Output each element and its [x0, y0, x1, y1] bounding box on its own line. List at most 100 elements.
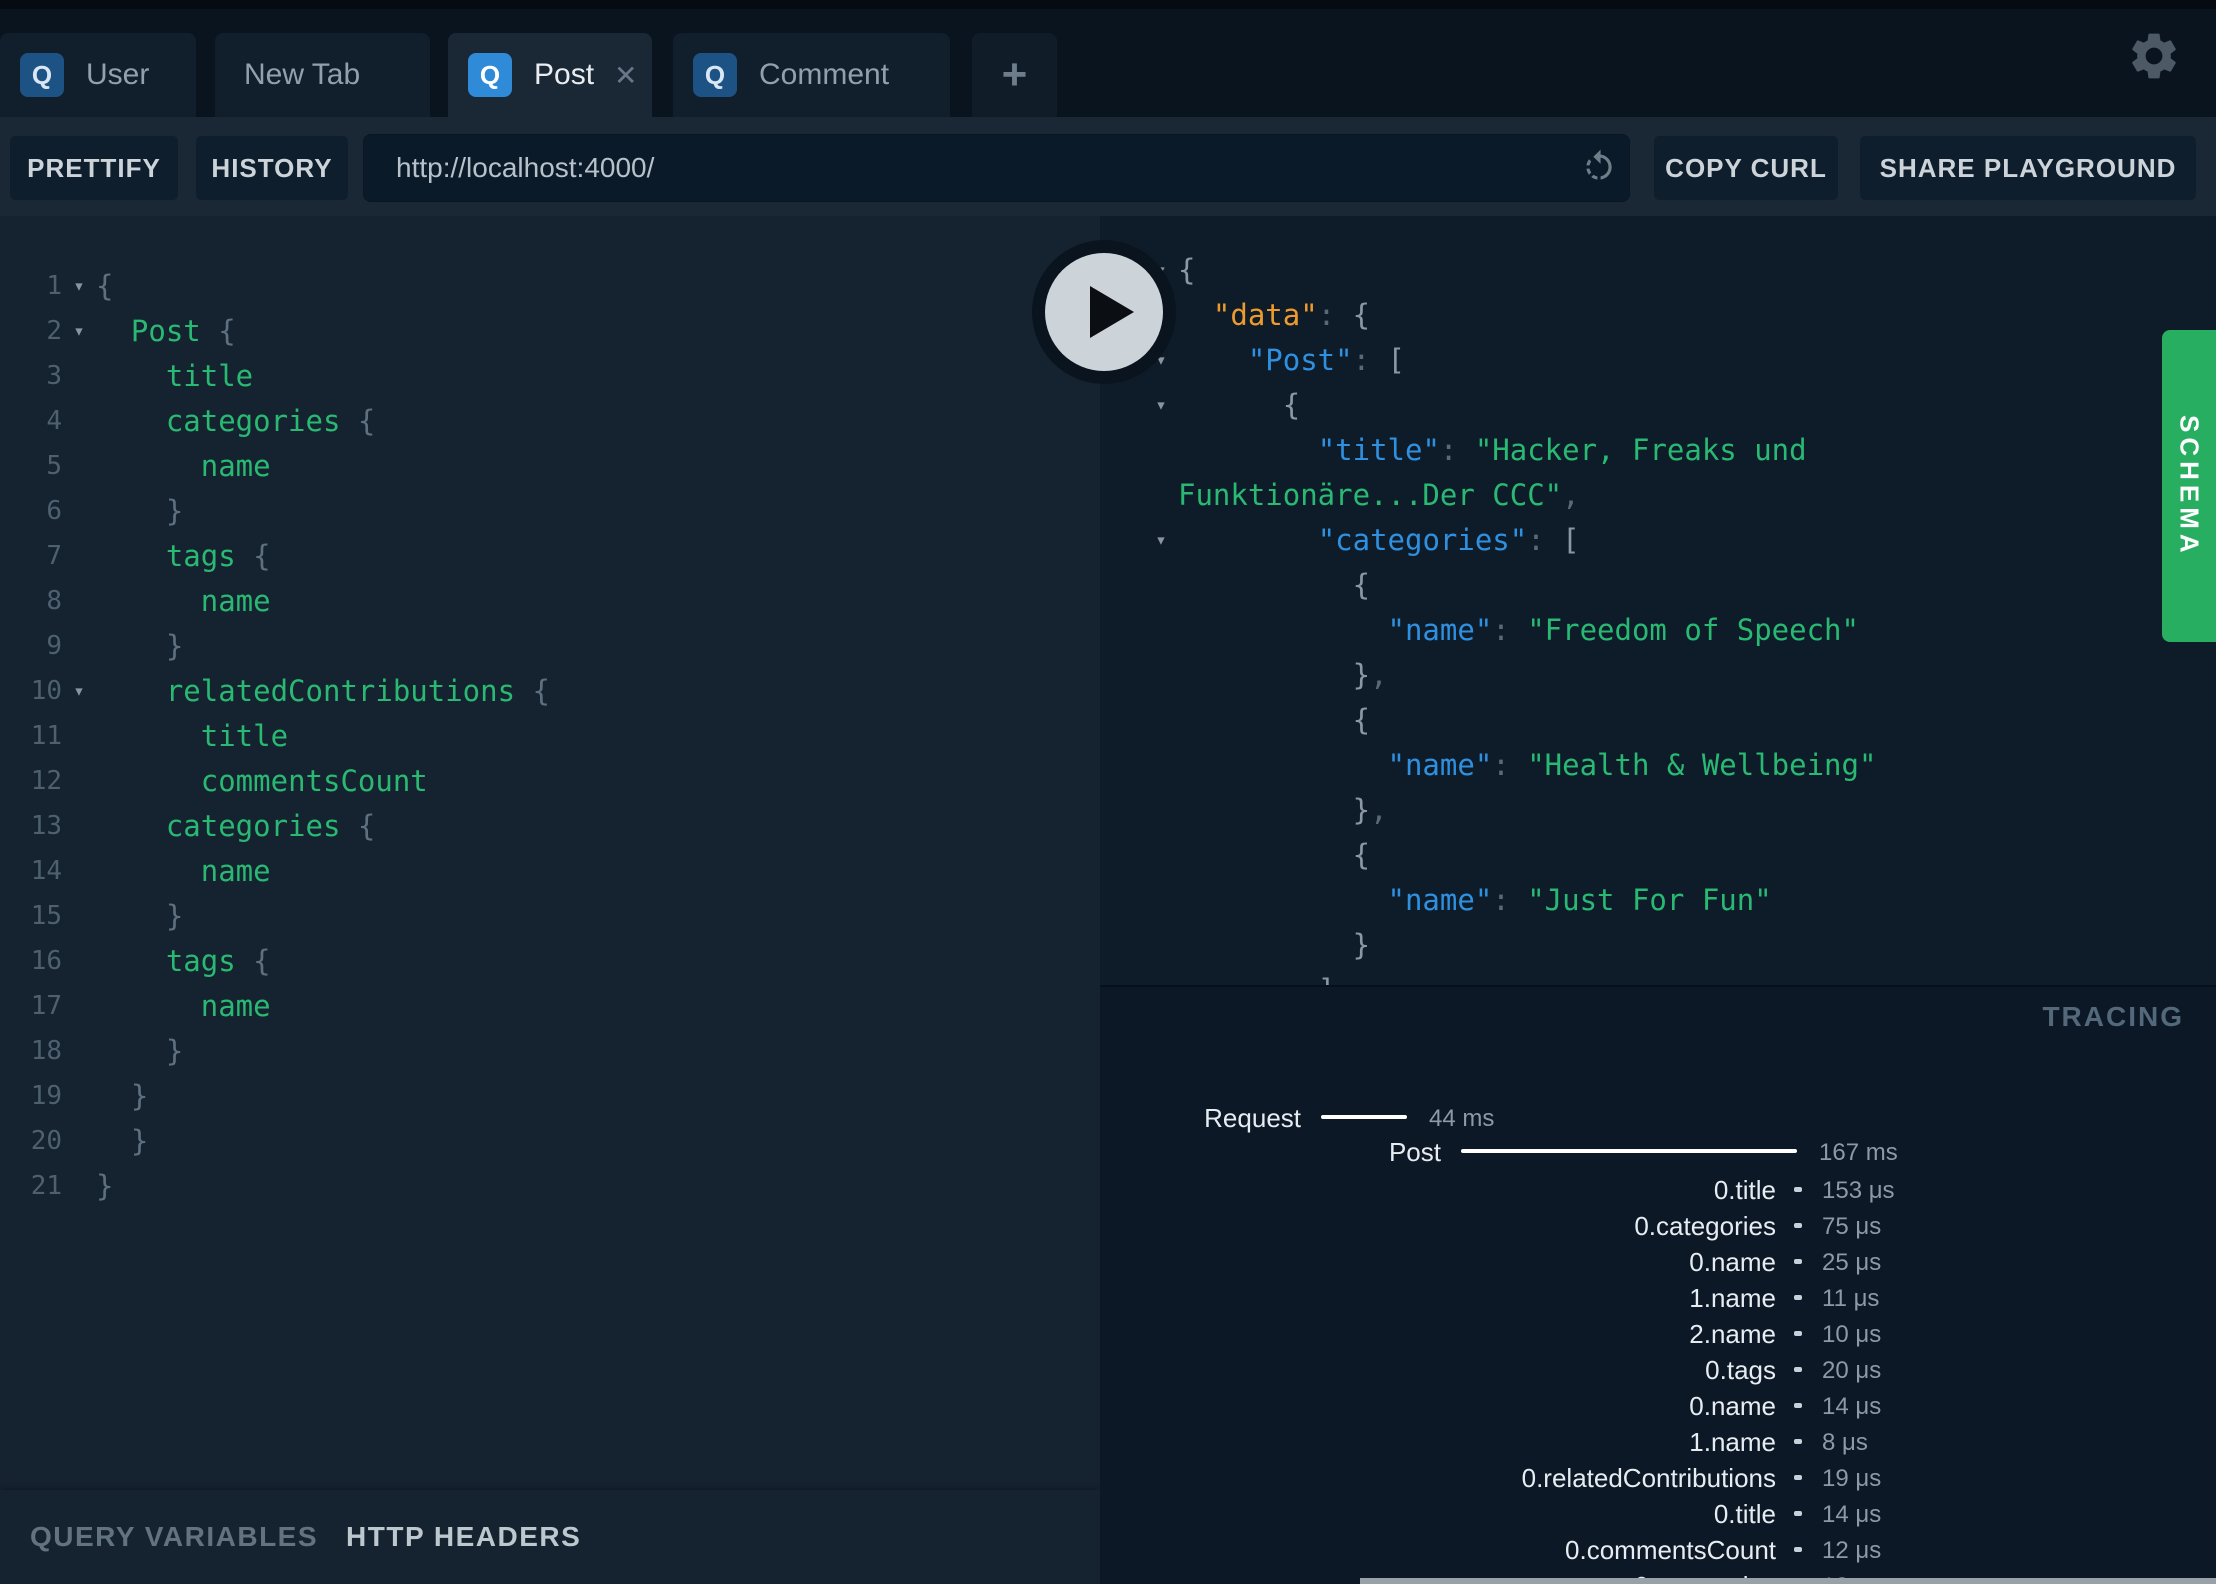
code-text: { [1282, 388, 1301, 422]
code-line: 19 } [0, 1074, 1100, 1119]
fold-arrow-icon[interactable]: ▾ [62, 309, 96, 354]
code-line: ▾ "Post": [ [1100, 338, 2216, 383]
code-line: 13 categories { [0, 804, 1100, 849]
code-line: 18 } [0, 1029, 1100, 1074]
tracing-span-bar [1321, 1115, 1407, 1119]
tracing-field-dot [1794, 1403, 1802, 1408]
tab-label: User [86, 58, 150, 91]
reload-schema-button[interactable] [1569, 138, 1629, 198]
new-tab-button[interactable]: + [972, 33, 1057, 117]
http-headers-tab[interactable]: HTTP HEADERS [346, 1521, 581, 1553]
tracing-row: 1.name 11 μs [1100, 1283, 2216, 1319]
tracing-row: Post 167 ms [1100, 1137, 2216, 1173]
line-number: 19 [30, 1081, 62, 1111]
settings-button[interactable] [2126, 28, 2182, 84]
code-text: name [200, 584, 271, 618]
schema-side-tab[interactable]: SCHEMA [2162, 330, 2216, 642]
tracing-row: 0.title 14 μs [1100, 1499, 2216, 1535]
tab-new-tab[interactable]: New Tab [215, 33, 430, 117]
response-json: ▾{▾ "data": {▾ "Post": [▾ { "title": "Ha… [1100, 216, 2216, 985]
code-line: { [1100, 563, 2216, 608]
code-line: "title": "Hacker, Freaks und [1100, 428, 2216, 473]
tracing-field-dot [1794, 1511, 1802, 1516]
code-text: } [96, 1124, 149, 1158]
close-tab-icon[interactable]: ✕ [614, 59, 637, 92]
tab-bar: Q User New Tab Q Post ✕ Q Comment + [0, 0, 2216, 117]
tab-comment[interactable]: Q Comment [673, 33, 950, 117]
line-number: 8 [46, 586, 62, 616]
tracing-row: 0.relatedContributions 19 μs [1100, 1463, 2216, 1499]
code-text: ] [1178, 968, 1335, 985]
fold-arrow-icon[interactable]: ▾ [62, 264, 96, 309]
code-line: 2 ▾ Post { [0, 309, 1100, 354]
code-text: } [96, 899, 184, 933]
history-button[interactable]: HISTORY [196, 136, 348, 200]
tab-label: New Tab [244, 58, 361, 91]
tracing-field-value: 20 μs [1822, 1357, 1882, 1384]
tab-user[interactable]: Q User [0, 33, 196, 117]
code-line: }, [1100, 653, 2216, 698]
execute-query-button[interactable] [1029, 237, 1179, 387]
code-line: 14 name [0, 849, 1100, 894]
fold-arrow-icon[interactable]: ▾ [1144, 518, 1178, 563]
tracing-field-dot [1794, 1295, 1802, 1300]
code-text: } [96, 494, 184, 528]
gear-icon [2132, 33, 2176, 79]
code-text: name [200, 989, 271, 1023]
code-line: 4 categories { [0, 399, 1100, 444]
query-badge-icon: Q [468, 53, 512, 97]
code-line: "name": "Freedom of Speech" [1100, 608, 2216, 653]
code-line: } [1100, 923, 2216, 968]
code-line: { [1100, 833, 2216, 878]
fold-arrow-icon[interactable]: ▾ [1144, 383, 1178, 428]
tracing-field-dot [1794, 1223, 1802, 1228]
line-number: 15 [30, 901, 62, 931]
tracing-toggle[interactable]: TRACING [2042, 1001, 2184, 1033]
tracing-field-label: 1.name [1689, 1283, 1776, 1313]
code-line: 21} [0, 1164, 1100, 1209]
line-number: 14 [30, 856, 62, 886]
tracing-span-value: 167 ms [1819, 1139, 1898, 1166]
window-top-strip [0, 0, 2216, 9]
copy-curl-button[interactable]: COPY CURL [1654, 136, 1838, 200]
code-text: { [1352, 568, 1371, 602]
code-line: Funktionäre...Der CCC", [1100, 473, 2216, 518]
code-text: categories { [165, 809, 376, 843]
code-line: 12 commentsCount [0, 759, 1100, 804]
tracing-field-value: 19 μs [1822, 1465, 1882, 1492]
code-text: title [200, 719, 289, 753]
line-number: 16 [30, 946, 62, 976]
line-number: 11 [30, 721, 62, 751]
code-text: } [1352, 928, 1371, 962]
tracing-field-dot [1794, 1475, 1802, 1480]
tracing-field-label: 0.title [1713, 1175, 1776, 1205]
line-number: 4 [46, 406, 62, 436]
code-text: "name": "Just For Fun" [1387, 883, 1772, 917]
tracing-field-dot [1794, 1259, 1802, 1264]
code-line: 1 ▾{ [0, 264, 1100, 309]
code-line: "name": "Just For Fun" [1100, 878, 2216, 923]
fold-arrow-icon[interactable]: ▾ [62, 669, 96, 714]
code-line: 9 } [0, 624, 1100, 669]
endpoint-input[interactable] [364, 151, 1569, 185]
share-playground-button[interactable]: SHARE PLAYGROUND [1860, 136, 2196, 200]
query-editor-pane[interactable]: 1 ▾{2 ▾ Post {3 title 4 categories {5 name 6… [0, 216, 1100, 1584]
tab-post[interactable]: Q Post ✕ [448, 33, 652, 117]
tracing-field-value: 11 μs [1822, 1285, 1880, 1312]
line-number: 6 [46, 496, 62, 526]
code-line: 7 tags { [0, 534, 1100, 579]
prettify-button[interactable]: PRETTIFY [10, 136, 178, 200]
schema-tab-label: SCHEMA [2174, 414, 2205, 558]
horizontal-scrollbar[interactable] [1360, 1578, 2216, 1584]
line-number: 3 [46, 361, 62, 391]
code-text: name [200, 854, 271, 888]
query-variables-tab[interactable]: QUERY VARIABLES [30, 1521, 318, 1553]
plus-icon: + [1001, 50, 1028, 99]
